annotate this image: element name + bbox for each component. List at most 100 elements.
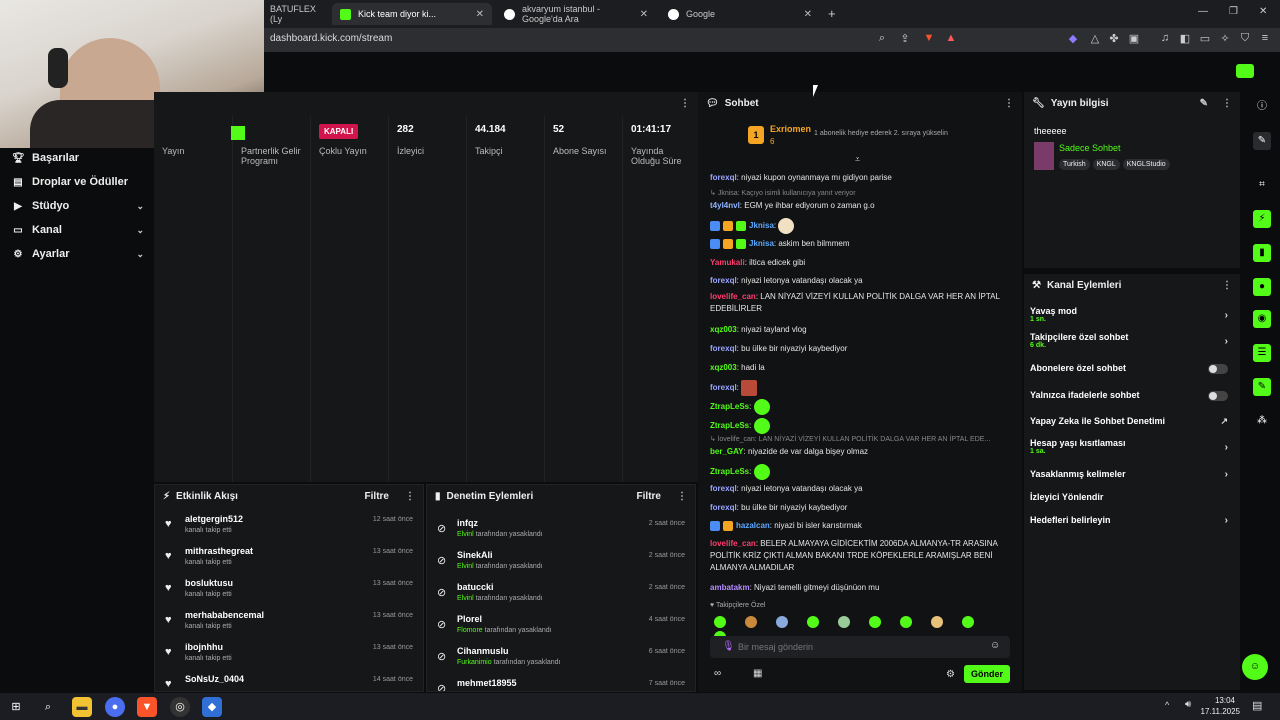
- edit-icon[interactable]: ✎: [1253, 132, 1271, 150]
- chat-username[interactable]: t4yl4nvl: [710, 201, 740, 210]
- browser-tab-active[interactable]: Kick team diyor ki... ✕: [332, 3, 492, 25]
- emote-only-toggle[interactable]: [1208, 391, 1228, 401]
- clock-date[interactable]: 17.11.2025: [1195, 707, 1240, 716]
- moderator-name[interactable]: Elvinl: [457, 563, 474, 570]
- file-explorer-icon[interactable]: ▬: [72, 697, 92, 717]
- goals-action[interactable]: Hedefleri belirleyin ›: [1030, 515, 1234, 526]
- new-tab-icon[interactable]: +: [828, 6, 836, 21]
- broadcast-icon[interactable]: ◉: [1253, 310, 1271, 328]
- store-icon[interactable]: ▦: [753, 668, 762, 679]
- raid-action[interactable]: İzleyici Yönlendir: [1030, 492, 1234, 502]
- chat-username[interactable]: forexql: [710, 173, 737, 182]
- emote-icon[interactable]: [714, 616, 726, 628]
- chat-username[interactable]: forexql: [710, 383, 737, 392]
- filter-button[interactable]: Filtre: [637, 491, 661, 502]
- username[interactable]: Cihanmuslu: [457, 646, 509, 656]
- chat-username[interactable]: Jknisa: [749, 239, 774, 248]
- emote-icon[interactable]: [807, 616, 819, 628]
- chat-username[interactable]: hazalcan: [736, 521, 770, 530]
- chat-username[interactable]: ZtrapLeSs: [710, 467, 749, 476]
- account-age-action[interactable]: Hesap yaşı kısıtlaması 1 sa. ›: [1030, 438, 1234, 455]
- microphone-icon[interactable]: 🎙︎: [722, 641, 735, 652]
- close-tab-icon[interactable]: ✕: [804, 9, 812, 20]
- obs-icon[interactable]: ◎: [170, 697, 190, 717]
- username[interactable]: SoNsUz_0404: [185, 674, 244, 684]
- support-chat-icon[interactable]: ☺: [1242, 654, 1268, 680]
- clock-time[interactable]: 13:04: [1205, 696, 1235, 705]
- slow-mode-action[interactable]: Yavaş mod 1 sn. ›: [1030, 306, 1234, 323]
- username[interactable]: bosluktusu: [185, 578, 233, 588]
- chat-username[interactable]: forexql: [710, 484, 737, 493]
- sidebar-toggle-icon[interactable]: ◧: [1178, 32, 1192, 45]
- extension-icon[interactable]: ◆: [1066, 32, 1080, 45]
- ai-moderation-action[interactable]: Yapay Zeka ile Sohbet Denetimi ↗: [1030, 416, 1234, 426]
- username[interactable]: mithrasthegreat: [185, 546, 253, 556]
- chat-username[interactable]: ambatakm: [710, 583, 750, 592]
- chat-settings-icon[interactable]: ⚙: [946, 669, 955, 680]
- more-options-icon[interactable]: ⋮: [1222, 98, 1232, 109]
- lightning-icon[interactable]: ⚡︎: [1253, 210, 1271, 228]
- edit-icon[interactable]: ✎: [1200, 98, 1208, 109]
- music-icon[interactable]: ♫: [1158, 32, 1172, 44]
- emote-icon[interactable]: [838, 616, 850, 628]
- tray-chevron-icon[interactable]: ^: [1165, 700, 1169, 710]
- chat-username[interactable]: forexql: [710, 344, 737, 353]
- chat-username[interactable]: ZtrapLeSs: [710, 421, 749, 430]
- url-field[interactable]: dashboard.kick.com/stream: [270, 33, 392, 44]
- chat-username[interactable]: xqz003: [710, 325, 737, 334]
- brave-icon[interactable]: ▼: [137, 697, 157, 717]
- search-icon[interactable]: ⌕: [38, 697, 58, 717]
- sidebar-item-channel[interactable]: ▭ Kanal ⌄: [12, 224, 144, 236]
- banned-words-action[interactable]: Yasaklanmış kelimeler ›: [1030, 469, 1234, 480]
- username[interactable]: mehmet18955: [457, 678, 517, 688]
- chat-username[interactable]: lovelife_can: [710, 539, 756, 548]
- username[interactable]: ibojnhhu: [185, 642, 223, 652]
- followers-only-action[interactable]: Takipçilere özel sohbet 6 dk. ›: [1030, 332, 1234, 349]
- subscribers-only-toggle[interactable]: [1208, 364, 1228, 374]
- queue-icon[interactable]: ☰: [1253, 344, 1271, 362]
- emote-icon[interactable]: [962, 616, 974, 628]
- pinned-gift-leader[interactable]: 1 Exriomen 6 1 abonelik hediye ederek 2.…: [748, 124, 1008, 148]
- emote-icon[interactable]: [745, 616, 757, 628]
- more-options-icon[interactable]: ⋮: [680, 98, 690, 109]
- close-tab-icon[interactable]: ✕: [640, 9, 648, 20]
- more-options-icon[interactable]: ⋮: [405, 491, 415, 502]
- minimize-icon[interactable]: —: [1198, 6, 1208, 17]
- chat-username[interactable]: xqz003: [710, 363, 737, 372]
- windows-start-icon[interactable]: ⊞: [6, 697, 26, 717]
- wrench-icon[interactable]: ✎: [1253, 378, 1271, 396]
- document-icon[interactable]: ▮: [1253, 244, 1271, 262]
- share-icon[interactable]: ⇪: [898, 32, 912, 45]
- sidebar-item-settings[interactable]: ⚙ Ayarlar ⌄: [12, 248, 144, 260]
- sidebar-item-drops[interactable]: ▤ Droplar ve Ödüller: [12, 176, 144, 188]
- emote-icon[interactable]: [900, 616, 912, 628]
- chat-username[interactable]: Jknisa: [749, 221, 774, 230]
- notifications-icon[interactable]: ▤: [1252, 699, 1262, 712]
- browser-tab[interactable]: Google ✕: [660, 3, 820, 25]
- info-icon[interactable]: ⓘ: [1253, 98, 1271, 116]
- browser-tab[interactable]: BATUFLEX (Ly: [262, 3, 332, 25]
- puzzle-icon[interactable]: ✤: [1107, 32, 1121, 45]
- leo-icon[interactable]: ✧: [1218, 32, 1232, 45]
- filter-button[interactable]: Filtre: [365, 491, 389, 502]
- emote-bar[interactable]: [714, 616, 1014, 643]
- close-tab-icon[interactable]: ✕: [476, 9, 484, 20]
- username[interactable]: aletgergin512: [185, 514, 243, 524]
- moderator-name[interactable]: Furkanimio: [457, 659, 492, 666]
- username[interactable]: infqz: [457, 518, 478, 528]
- chat-username[interactable]: lovelife_can: [710, 292, 756, 301]
- emote-icon[interactable]: [931, 616, 943, 628]
- more-options-icon[interactable]: ⋮: [1222, 280, 1232, 291]
- moderator-name[interactable]: Elvinl: [457, 531, 474, 538]
- chat-username[interactable]: ZtrapLeSs: [710, 402, 749, 411]
- send-button[interactable]: Gönder: [964, 665, 1010, 683]
- chrome-icon[interactable]: ●: [105, 697, 125, 717]
- apps-icon[interactable]: ⁂: [1253, 412, 1271, 430]
- restore-icon[interactable]: ❐: [1229, 6, 1238, 17]
- kick-logo-icon[interactable]: [1236, 64, 1254, 78]
- app-icon[interactable]: ◆: [202, 697, 222, 717]
- wallet-icon[interactable]: ▭: [1198, 32, 1212, 45]
- chat-username[interactable]: forexql: [710, 503, 737, 512]
- category-name[interactable]: Sadece Sohbet: [1059, 143, 1121, 153]
- more-options-icon[interactable]: ⋮: [1004, 98, 1014, 109]
